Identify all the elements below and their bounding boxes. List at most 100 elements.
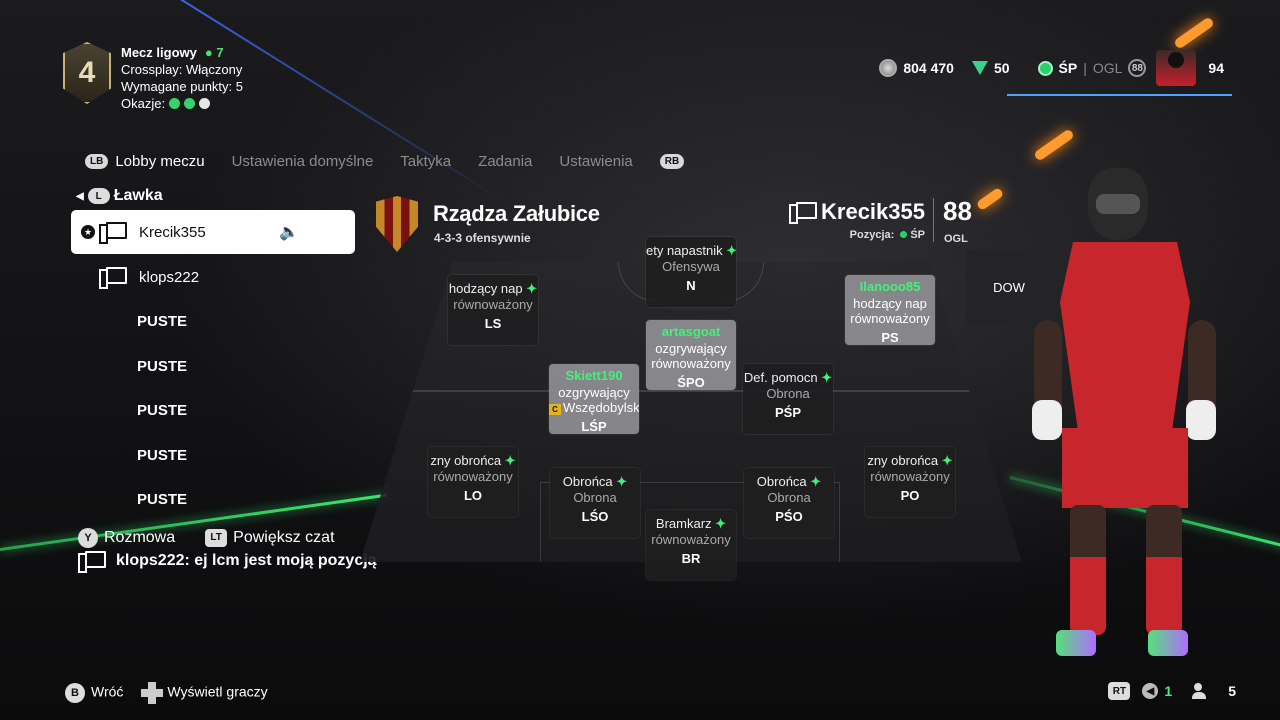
expand-chat-control[interactable]: LT Powiększ czat	[205, 528, 335, 547]
separator: |	[1083, 60, 1087, 76]
card-style: równoważony	[845, 311, 935, 326]
ceiling-lamp	[975, 186, 1005, 212]
position-card-po[interactable]: zny obrońca ✦ równoważony PO	[865, 447, 955, 517]
empty-slot[interactable]: PUSTE	[137, 491, 187, 508]
empty-slot[interactable]: PUSTE	[137, 402, 187, 419]
position-card-br[interactable]: Bramkarz ✦ równoważony BR	[646, 510, 736, 580]
position-card-ls[interactable]: hodzący nap ✦ równoważony LS	[448, 275, 538, 345]
selected-player-name: Krecik355	[821, 199, 925, 224]
position-card-ps[interactable]: Ilanooo85 hodzący nap równoważony PS	[845, 275, 935, 345]
lobby-player-row[interactable]: klops222	[71, 255, 355, 299]
card-position: LS	[484, 316, 502, 331]
player-boot	[1148, 630, 1188, 656]
player-leg	[1146, 505, 1182, 635]
position-dot-icon	[900, 231, 908, 238]
expand-chat-label: Powiększ czat	[233, 529, 335, 547]
show-players-control[interactable]: Wyświetl graczy	[141, 682, 268, 704]
status-dot-icon	[1037, 60, 1053, 76]
tab-tactics[interactable]: Taktyka	[400, 153, 451, 170]
card-player-name: artasgoat	[661, 324, 721, 339]
card-role: zny obrońca ✦	[428, 453, 518, 469]
position-card-n[interactable]: ety napastnik ✦ Ofensywa N	[646, 237, 736, 307]
card-style-text: Ofensywa	[662, 259, 720, 274]
lobby-player-name: Krecik355	[139, 223, 206, 241]
card-role-text: zny obrońca	[867, 453, 939, 468]
lt-button: LT	[205, 528, 228, 547]
card-position: PŚO	[775, 509, 803, 524]
online-count: ● 7	[204, 45, 224, 60]
pc-platform-icon	[99, 267, 127, 289]
card-style-text: równoważony	[651, 356, 731, 371]
glove	[1032, 400, 1062, 440]
player-boot	[1056, 630, 1096, 656]
player-rating: 94	[1208, 60, 1224, 76]
card-role: Def. pomocn ✦	[743, 370, 833, 386]
chances-dots	[165, 96, 211, 111]
card-role-text: Obrońca	[756, 474, 807, 489]
position-card-lsp[interactable]: Skiett190 ozgrywający C Wszędobylski LŚP	[549, 364, 639, 434]
tab-default-settings[interactable]: Ustawienia domyślne	[232, 153, 374, 170]
card-player-name: Skiett190	[565, 368, 623, 383]
position-card-lso[interactable]: Obrońca ✦ Obrona LŚO	[550, 468, 640, 538]
card-position: PŚP	[774, 405, 801, 420]
plus-icon: ✦	[501, 453, 516, 468]
card-role: ozgrywający	[646, 341, 736, 356]
pitch-line	[360, 390, 1022, 392]
dow-label: DOW	[993, 279, 1025, 295]
selected-player-ovr: 88	[943, 196, 972, 226]
card-style: C Wszędobylski	[549, 400, 639, 415]
lobby-player-row[interactable]: ★ Krecik355 🔈	[71, 210, 355, 254]
position-card-psp[interactable]: Def. pomocn ✦ Obrona PŚP	[743, 364, 833, 434]
card-style: równoważony	[428, 469, 518, 484]
coins-value: 804 470	[903, 60, 954, 76]
card-style-text: równoważony	[870, 469, 950, 484]
pc-platform-icon	[78, 551, 106, 573]
tab-objectives[interactable]: Zadania	[478, 153, 532, 170]
tab-lobby[interactable]: Lobby meczu	[115, 153, 204, 170]
footer-status: RT ◀ 1 5	[1108, 682, 1236, 700]
card-role-text: hodzący nap	[853, 296, 927, 311]
avatar[interactable]	[1156, 50, 1197, 86]
rt-button[interactable]: RT	[1108, 682, 1131, 700]
footer-controls: B Wróć Wyświetl graczy	[65, 682, 268, 704]
card-style: Obrona	[744, 490, 834, 505]
talk-control[interactable]: Y Rozmowa	[78, 528, 175, 548]
division-number: 4	[78, 56, 96, 89]
player-model	[1030, 160, 1220, 680]
empty-slot[interactable]: PUSTE	[137, 358, 187, 375]
card-style: równoważony	[646, 356, 736, 371]
plus-icon: ✦	[817, 370, 833, 385]
match-type: Mecz ligowy	[121, 45, 197, 60]
plus-icon: ✦	[722, 243, 736, 258]
rb-button[interactable]: RB	[659, 154, 685, 169]
chances-row: Okazje:	[121, 95, 243, 112]
card-role: Obrońca ✦	[744, 474, 834, 490]
speaker-icon[interactable]: 🔈	[279, 222, 299, 242]
l-button[interactable]: L	[87, 188, 110, 204]
required-points: Wymagane punkty: 5	[121, 79, 244, 94]
card-role-text: ozgrywający	[558, 385, 630, 400]
position-card-lo[interactable]: zny obrońca ✦ równoważony LO	[428, 447, 518, 517]
dpad-icon	[141, 682, 164, 704]
card-position: N	[686, 278, 696, 293]
position-card-pso[interactable]: Obrońca ✦ Obrona PŚO	[744, 468, 834, 538]
chevron-left-icon: ◀	[76, 190, 84, 202]
card-style: Obrona	[743, 386, 833, 401]
mic-icon: ◀	[1142, 683, 1159, 699]
position-value: ŚP	[910, 229, 925, 241]
chat-message-text: klops222: ej lcm jest moją pozycją	[116, 552, 377, 569]
empty-slot[interactable]: PUSTE	[137, 447, 187, 464]
back-control[interactable]: B Wróć	[65, 683, 123, 703]
pc-platform-icon	[789, 202, 818, 224]
card-player-name: Ilanooo85	[859, 279, 921, 294]
y-button: Y	[78, 528, 98, 548]
card-style-text: Obrona	[573, 490, 617, 505]
mic-count: 1	[1164, 683, 1173, 699]
position-card-spo[interactable]: artasgoat ozgrywający równoważony ŚPO	[646, 320, 736, 390]
match-info: Mecz ligowy ● 7 Crossplay: Włączony Wymag…	[121, 44, 243, 112]
tab-settings[interactable]: Ustawienia	[559, 153, 632, 170]
empty-slot[interactable]: PUSTE	[137, 313, 187, 330]
bench-header[interactable]: ◀ L Ławka	[76, 187, 163, 205]
plus-icon: ✦	[938, 453, 953, 468]
lb-button[interactable]: LB	[85, 154, 109, 169]
